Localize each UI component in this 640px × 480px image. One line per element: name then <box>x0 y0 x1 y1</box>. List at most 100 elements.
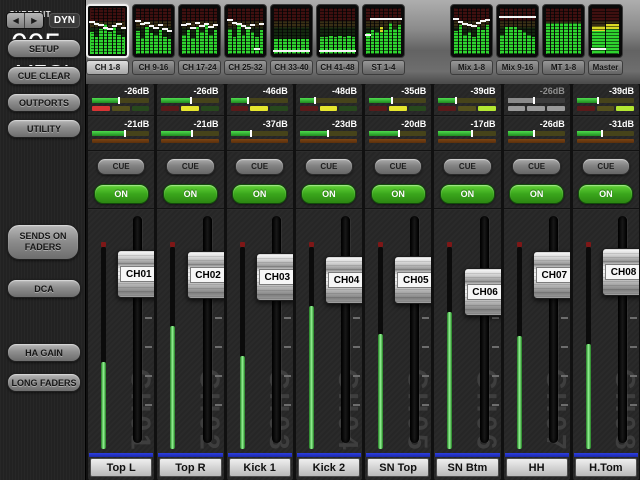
dynamics1-section: -26dB <box>504 84 570 115</box>
fader-cap[interactable]: CH08 <box>602 248 639 296</box>
fader-cap[interactable]: CH03 <box>256 253 293 301</box>
tab-label: ST 1-4 <box>362 60 405 75</box>
on-button[interactable]: ON <box>509 184 564 204</box>
fader-scale-tick <box>422 346 429 348</box>
gr-segment <box>597 106 615 111</box>
fader-scale-tick <box>492 317 499 319</box>
fader-track[interactable] <box>480 216 489 443</box>
channel-name[interactable]: Top R <box>159 458 221 477</box>
dyn-next-button[interactable]: ▶ <box>24 13 42 28</box>
gr2-meter <box>92 139 149 143</box>
dyn2-db-label: -21dB <box>92 118 149 130</box>
cue-button[interactable]: CUE <box>512 158 560 175</box>
long-faders-button[interactable]: LONG FADERS <box>7 373 81 392</box>
tab-label: CH 33-40 <box>270 60 313 75</box>
fader-cap-label: CH04 <box>328 272 362 288</box>
fader-track[interactable] <box>410 216 419 443</box>
fader-cap[interactable]: CH01 <box>117 250 154 298</box>
on-button[interactable]: ON <box>578 184 633 204</box>
on-button[interactable]: ON <box>94 184 149 204</box>
fader-scale-tick <box>215 346 222 348</box>
threshold-fill <box>369 98 391 103</box>
outports-button[interactable]: OUTPORTS <box>7 93 81 112</box>
meter-bank-tab[interactable]: Mix 9-16 <box>496 4 539 75</box>
on-button[interactable]: ON <box>232 184 287 204</box>
gr-segment <box>231 106 249 111</box>
cue-button[interactable]: CUE <box>443 158 491 175</box>
meter-bank-tab[interactable]: MT 1-8 <box>542 4 585 75</box>
channel-name[interactable]: SN Btm <box>436 458 498 477</box>
cue-button[interactable]: CUE <box>305 158 353 175</box>
dyn-prev-button[interactable]: ◀ <box>7 13 24 28</box>
meter-bank-tab[interactable]: Master <box>588 4 623 75</box>
channel-name[interactable]: SN Top <box>367 458 429 477</box>
cue-button[interactable]: CUE <box>582 158 630 175</box>
cue-button[interactable]: CUE <box>97 158 145 175</box>
fader-track[interactable] <box>341 216 350 443</box>
cue-clear-button[interactable]: CUE CLEAR <box>7 66 81 85</box>
tab-label: CH 17-24 <box>178 60 221 75</box>
dynamics1-section: -35dB <box>365 84 431 115</box>
fader-cap[interactable]: CH02 <box>187 251 224 299</box>
sends-on-faders-button[interactable]: SENDS ON FADERS <box>7 224 79 260</box>
fader-cap[interactable]: CH07 <box>533 251 570 299</box>
gr2-meter <box>369 139 426 143</box>
channel-strip: -39dB -31dB CUE ON CH08 CH08 H.Tom <box>573 84 639 480</box>
meter-bank-tab[interactable]: CH 25-32 <box>224 4 267 75</box>
meter-bank-tab[interactable]: CH 9-16 <box>132 4 175 75</box>
channel-name[interactable]: H.Tom <box>575 458 637 477</box>
setup-button[interactable]: SETUP <box>7 39 81 58</box>
meter-bank-tab[interactable]: Mix 1-8 <box>450 4 493 75</box>
threshold-marker <box>250 130 252 137</box>
cue-button[interactable]: CUE <box>235 158 283 175</box>
gain-reduction-meter <box>438 106 495 111</box>
tab-label: Master <box>588 60 623 75</box>
gr-segment <box>369 106 387 111</box>
channel-name[interactable]: Kick 1 <box>229 458 291 477</box>
dyn2-db-label: -37dB <box>231 118 288 130</box>
dyn1-db-label: -48dB <box>300 85 357 97</box>
on-button[interactable]: ON <box>301 184 356 204</box>
threshold-marker <box>118 97 120 104</box>
channel-name[interactable]: Top L <box>90 458 152 477</box>
stagemix-app: CH 1-8 CH 9-16 CH 17-24 CH 25-32 CH 33-4… <box>0 0 640 480</box>
dynamics2-section: -31dB <box>573 117 639 150</box>
fader-cap[interactable]: CH05 <box>394 256 431 304</box>
fader-cap[interactable]: CH06 <box>464 268 501 316</box>
on-button[interactable]: ON <box>163 184 218 204</box>
meter-bank-tab[interactable]: CH 17-24 <box>178 4 221 75</box>
on-button[interactable]: ON <box>371 184 426 204</box>
dyn2-db-label: -26dB <box>508 118 565 130</box>
meter-bank-tab[interactable]: CH 1-8 <box>86 4 129 75</box>
cue-button[interactable]: CUE <box>374 158 422 175</box>
dca-button[interactable]: DCA <box>7 279 81 298</box>
fader-cap[interactable]: CH04 <box>325 256 362 304</box>
fader-scale-tick <box>422 404 429 406</box>
fader-scale-tick <box>492 375 499 377</box>
meter-bank-tab[interactable]: ST 1-4 <box>362 4 405 75</box>
gr-segment <box>300 106 318 111</box>
utility-button[interactable]: UTILITY <box>7 119 81 138</box>
fader-scale-tick <box>284 346 291 348</box>
dyn1-threshold-bar <box>508 98 565 103</box>
fader-cap-label: CH02 <box>190 267 224 283</box>
on-button[interactable]: ON <box>440 184 495 204</box>
tab-bar: CH 1-8 CH 9-16 CH 17-24 CH 25-32 CH 33-4… <box>86 0 640 88</box>
threshold-marker <box>601 130 603 137</box>
gain-reduction-meter <box>92 106 149 111</box>
level-meter-fill <box>586 344 591 449</box>
meter-bank-tab[interactable]: CH 33-40 <box>270 4 313 75</box>
fader-scale-tick <box>145 375 152 377</box>
cue-button[interactable]: CUE <box>166 158 214 175</box>
channel-name[interactable]: Kick 2 <box>298 458 360 477</box>
fader-track[interactable] <box>272 216 281 443</box>
threshold-marker <box>191 130 193 137</box>
channel-name[interactable]: HH <box>506 458 568 477</box>
tab-label: MT 1-8 <box>542 60 585 75</box>
threshold-marker <box>533 130 535 137</box>
meter-bank-tab[interactable]: CH 41-48 <box>316 4 359 75</box>
ha-gain-button[interactable]: HA GAIN <box>7 343 81 362</box>
threshold-fill <box>438 98 455 103</box>
gr-segment <box>478 106 496 111</box>
threshold-fill <box>92 131 124 136</box>
